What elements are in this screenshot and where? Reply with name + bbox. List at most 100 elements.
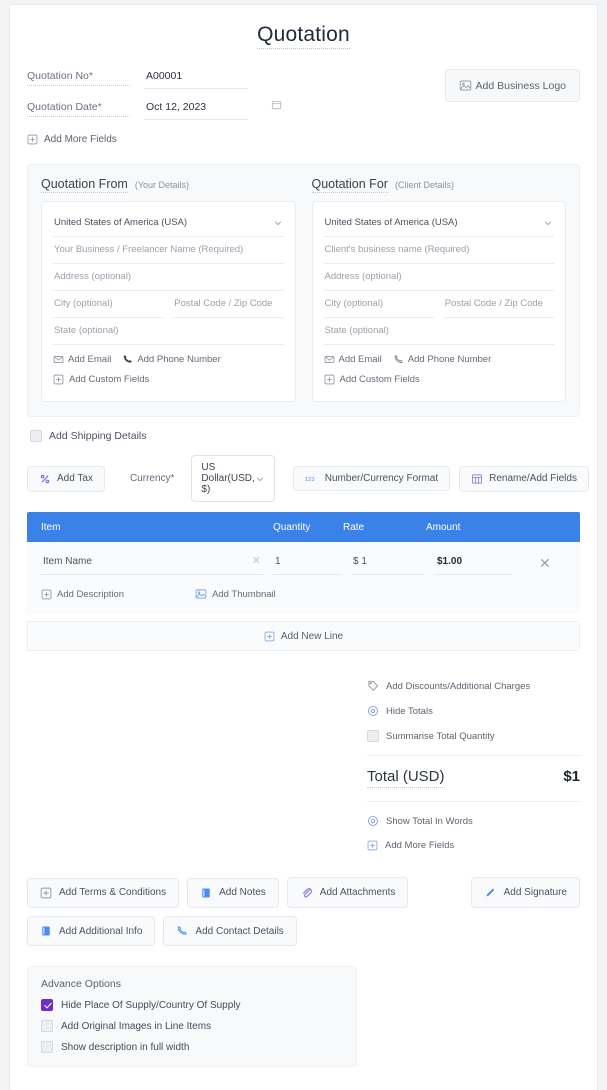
- from-state-input[interactable]: State (optional): [53, 318, 284, 345]
- paperclip-icon: [300, 886, 313, 899]
- phone-icon: [176, 925, 188, 937]
- add-discounts-button[interactable]: Add Discounts/Additional Charges: [367, 680, 580, 692]
- page-title-text: Quotation: [257, 23, 350, 49]
- quotation-no-input[interactable]: A00001: [144, 67, 248, 89]
- add-new-line-button[interactable]: Add New Line: [27, 621, 580, 651]
- row-amount-value: $1.00: [435, 552, 513, 575]
- add-additional-info-button[interactable]: Add Additional Info: [27, 916, 156, 946]
- add-original-images-checkbox[interactable]: [41, 1020, 53, 1032]
- hide-place-of-supply-row[interactable]: Hide Place Of Supply/Country Of Supply: [41, 999, 343, 1011]
- for-business-name-input[interactable]: Client's business name (Required): [323, 237, 554, 264]
- add-description-label: Add Description: [57, 588, 125, 600]
- add-tax-button[interactable]: Add Tax: [27, 465, 105, 492]
- add-new-line-label: Add New Line: [280, 630, 344, 642]
- column-header-amount: Amount: [426, 521, 461, 533]
- add-description-button[interactable]: Add Description: [41, 589, 124, 600]
- for-add-email-button[interactable]: Add Email: [324, 354, 382, 365]
- currency-select[interactable]: US Dollar(USD, $): [191, 455, 275, 502]
- delete-row-icon[interactable]: ✕: [539, 555, 551, 572]
- from-address-input[interactable]: Address (optional): [53, 264, 284, 291]
- from-city-postal-row: City (optional) Postal Code / Zip Code: [53, 291, 284, 318]
- add-more-fields-top-button[interactable]: Add More Fields: [27, 134, 117, 145]
- eye-icon: [367, 705, 379, 717]
- note-icon: [200, 887, 212, 899]
- add-shipping-details-checkbox[interactable]: [30, 430, 42, 442]
- quotation-from-party: Quotation From (Your Details) United Sta…: [41, 177, 296, 402]
- from-city-input[interactable]: City (optional): [53, 291, 164, 318]
- hide-place-of-supply-checkbox[interactable]: [41, 999, 53, 1011]
- add-shipping-details-row[interactable]: Add Shipping Details: [30, 430, 597, 442]
- from-contact-actions: Add Email Add Phone Number: [53, 345, 284, 365]
- currency-label: Currency*: [129, 473, 175, 484]
- row-quantity-input[interactable]: 1: [273, 552, 341, 575]
- quotation-no-label: Quotation No*: [27, 70, 130, 86]
- chevron-down-icon: [273, 218, 283, 228]
- quotation-from-box: United States of America (USA) Your Busi…: [41, 201, 296, 402]
- pen-icon: [484, 886, 497, 899]
- rename-add-fields-button[interactable]: Rename/Add Fields: [459, 465, 589, 492]
- for-country-value: United States of America (USA): [324, 217, 458, 228]
- add-original-images-label: Add Original Images in Line Items: [61, 1020, 212, 1032]
- add-additional-info-label: Add Additional Info: [59, 925, 143, 937]
- items-table-body: Item Name ✕ 1 $ 1 $1.00 ✕ Add Descriptio…: [27, 542, 580, 614]
- bottom-actions-row-1: Add Terms & Conditions Add Notes Add Att…: [27, 877, 580, 908]
- summarise-total-quantity-checkbox[interactable]: [367, 730, 379, 742]
- add-signature-button[interactable]: Add Signature: [470, 877, 580, 908]
- for-address-input[interactable]: Address (optional): [323, 264, 554, 291]
- add-more-fields-totals-button[interactable]: Add More Fields: [367, 840, 580, 851]
- clear-item-icon[interactable]: ✕: [252, 555, 261, 568]
- for-country-select[interactable]: United States of America (USA): [323, 210, 554, 237]
- quotation-for-party: Quotation For (Client Details) United St…: [311, 177, 566, 402]
- mail-icon: [53, 354, 64, 365]
- quotation-for-box: United States of America (USA) Client's …: [311, 201, 566, 402]
- from-add-phone-button[interactable]: Add Phone Number: [122, 354, 221, 365]
- calendar-icon[interactable]: [271, 99, 282, 110]
- summarise-total-quantity-row[interactable]: Summarise Total Quantity: [367, 730, 580, 742]
- for-add-phone-label: Add Phone Number: [407, 354, 492, 365]
- for-postal-input[interactable]: Postal Code / Zip Code: [443, 291, 554, 318]
- add-thumbnail-button[interactable]: Add Thumbnail: [195, 588, 276, 600]
- add-more-fields-totals-label: Add More Fields: [385, 840, 455, 851]
- add-terms-conditions-button[interactable]: Add Terms & Conditions: [27, 877, 180, 908]
- quotation-date-value: Oct 12, 2023: [146, 101, 207, 113]
- image-icon: [195, 588, 207, 600]
- plus-box-icon: [40, 887, 52, 899]
- plus-box-icon: [367, 840, 378, 851]
- from-business-name-input[interactable]: Your Business / Freelancer Name (Require…: [53, 237, 284, 264]
- for-add-custom-fields-button[interactable]: Add Custom Fields: [324, 374, 420, 385]
- for-state-input[interactable]: State (optional): [323, 318, 554, 345]
- add-business-logo-button[interactable]: Add Business Logo: [444, 69, 580, 102]
- hide-totals-button[interactable]: Hide Totals: [367, 705, 580, 717]
- row-rate-input[interactable]: $ 1: [351, 552, 425, 575]
- quotation-date-input[interactable]: Oct 12, 2023: [144, 98, 282, 120]
- plus-box-icon: [27, 134, 38, 145]
- add-attachments-button[interactable]: Add Attachments: [286, 877, 409, 908]
- from-postal-input[interactable]: Postal Code / Zip Code: [173, 291, 284, 318]
- add-notes-label: Add Notes: [219, 887, 266, 898]
- from-add-email-button[interactable]: Add Email: [53, 354, 111, 365]
- items-table: Item Quantity Rate Amount Item Name ✕ 1 …: [27, 512, 580, 614]
- show-description-full-width-checkbox[interactable]: [41, 1041, 53, 1053]
- plus-box-icon: [324, 374, 335, 385]
- show-total-in-words-button[interactable]: Show Total In Words: [367, 815, 580, 827]
- show-description-full-width-row[interactable]: Show description in full width: [41, 1041, 343, 1053]
- from-add-custom-fields-button[interactable]: Add Custom Fields: [53, 374, 149, 385]
- total-row: Total (USD) $1: [367, 756, 580, 798]
- row-item-input[interactable]: Item Name ✕: [41, 552, 263, 575]
- for-add-phone-button[interactable]: Add Phone Number: [393, 354, 491, 365]
- number-currency-format-label: Number/Currency Format: [324, 473, 439, 484]
- table-row: Item Name ✕ 1 $ 1 $1.00 ✕: [41, 552, 566, 575]
- for-city-input[interactable]: City (optional): [323, 291, 434, 318]
- parties-panel: Quotation From (Your Details) United Sta…: [27, 164, 580, 417]
- hide-totals-label: Hide Totals: [386, 705, 433, 717]
- total-value: $1: [563, 768, 580, 785]
- quotation-date-row: Quotation Date* Oct 12, 2023: [27, 98, 357, 120]
- quotation-from-title: Quotation From: [41, 177, 128, 193]
- totals-divider-bottom: [367, 801, 580, 802]
- table-icon: [471, 473, 483, 485]
- from-country-select[interactable]: United States of America (USA): [53, 210, 284, 237]
- add-contact-details-button[interactable]: Add Contact Details: [163, 916, 297, 946]
- add-original-images-row[interactable]: Add Original Images in Line Items: [41, 1020, 343, 1032]
- add-notes-button[interactable]: Add Notes: [187, 877, 279, 908]
- number-currency-format-button[interactable]: 123 Number/Currency Format: [292, 466, 451, 491]
